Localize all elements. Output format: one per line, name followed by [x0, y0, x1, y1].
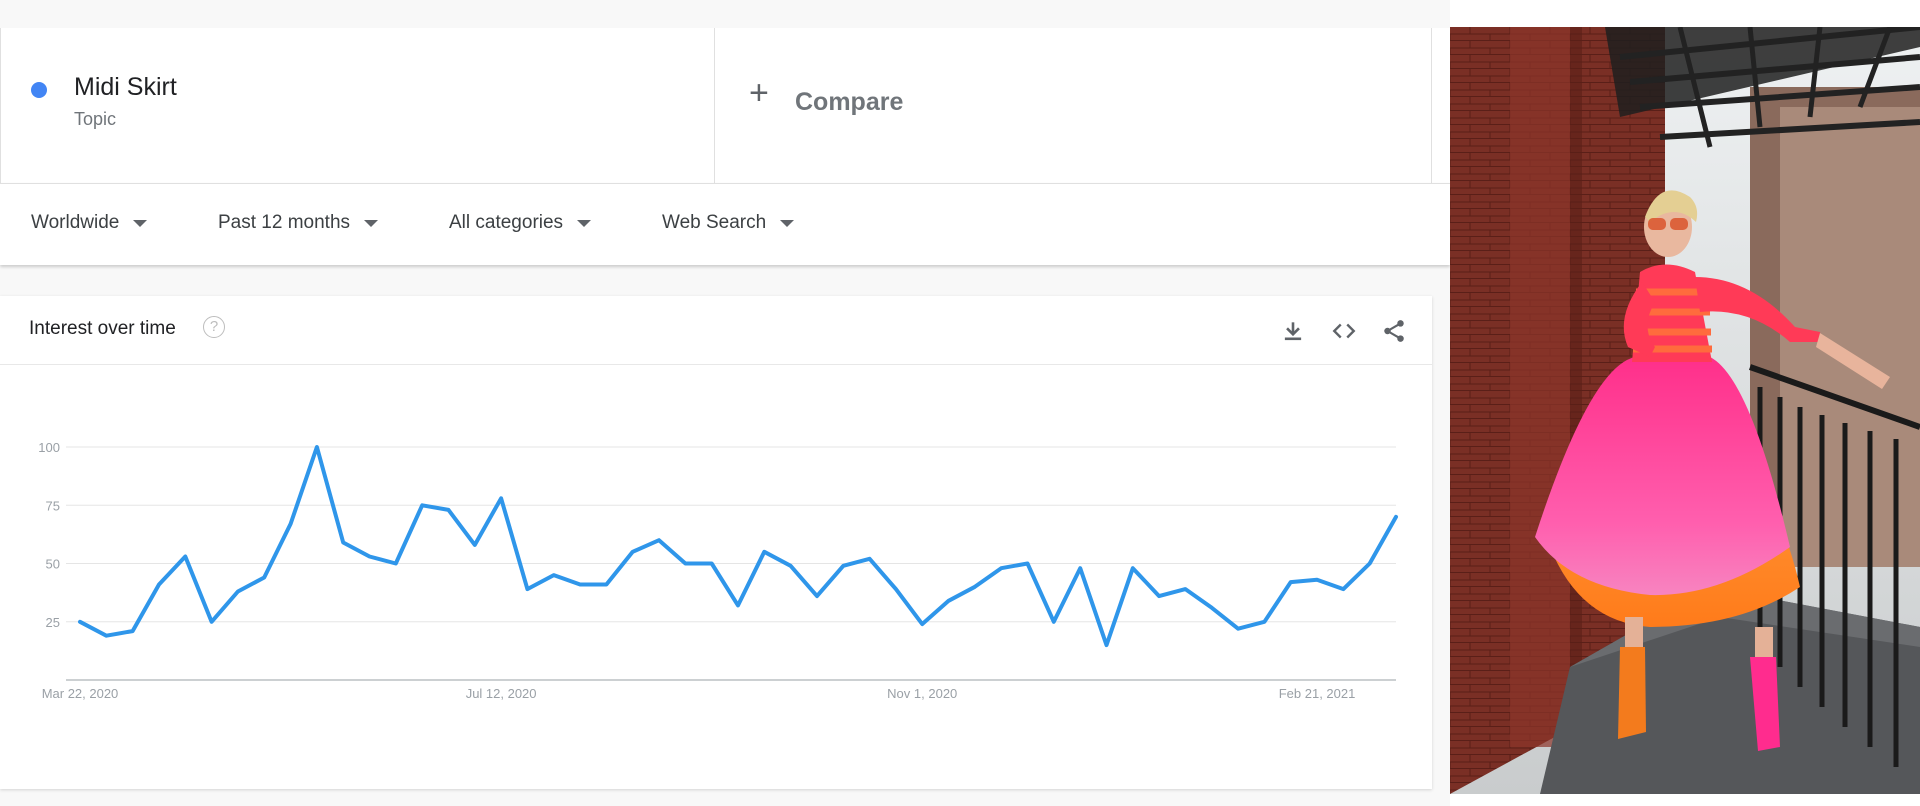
region-filter-label: Worldwide — [31, 212, 120, 233]
caret-down-icon — [577, 219, 592, 227]
x-tick-label: Jul 12, 2020 — [466, 686, 537, 701]
search-term-card[interactable]: Midi Skirt Topic — [0, 28, 715, 183]
x-tick-label: Nov 1, 2020 — [887, 686, 957, 701]
compare-button[interactable]: + Compare — [715, 28, 1432, 183]
plus-icon: + — [749, 74, 769, 112]
filter-bar: Worldwide Past 12 months All categories … — [0, 183, 1450, 265]
category-filter[interactable]: All categories — [449, 212, 592, 234]
fashion-photo — [1450, 27, 1920, 794]
search-term-bar: Midi Skirt Topic + Compare — [0, 28, 1450, 183]
trends-panel: Midi Skirt Topic + Compare Worldwide Pas… — [0, 0, 1450, 806]
term-type: Topic — [74, 109, 117, 129]
interest-line-chart: 25 50 75 100 Mar 22, 2020 Jul 12, 2020 Nov 1, … — [38, 440, 1398, 701]
time-filter-label: Past 12 months — [218, 212, 351, 233]
y-tick-label: 75 — [46, 498, 60, 513]
y-tick-label: 50 — [46, 557, 60, 572]
term-color-dot — [31, 82, 47, 98]
caret-down-icon — [364, 219, 379, 227]
time-filter[interactable]: Past 12 months — [218, 212, 379, 234]
category-filter-label: All categories — [449, 212, 564, 233]
region-filter[interactable]: Worldwide — [31, 212, 148, 234]
y-tick-label: 25 — [46, 615, 60, 630]
series-line — [78, 445, 1398, 648]
x-tick-label: Mar 22, 2020 — [42, 686, 119, 701]
property-filter[interactable]: Web Search — [662, 212, 795, 234]
term-name[interactable]: Midi Skirt — [74, 73, 177, 102]
y-tick-label: 100 — [38, 440, 60, 455]
interest-over-time-card: Interest over time ? 25 50 75 100 Mar 22, 20… — [0, 296, 1432, 789]
property-filter-label: Web Search — [662, 212, 767, 233]
x-tick-label: Feb 21, 2021 — [1279, 686, 1356, 701]
caret-down-icon — [780, 219, 795, 227]
caret-down-icon — [133, 219, 148, 227]
woman-in-tulle-skirt-image — [1450, 27, 1920, 794]
compare-label: Compare — [795, 88, 904, 116]
